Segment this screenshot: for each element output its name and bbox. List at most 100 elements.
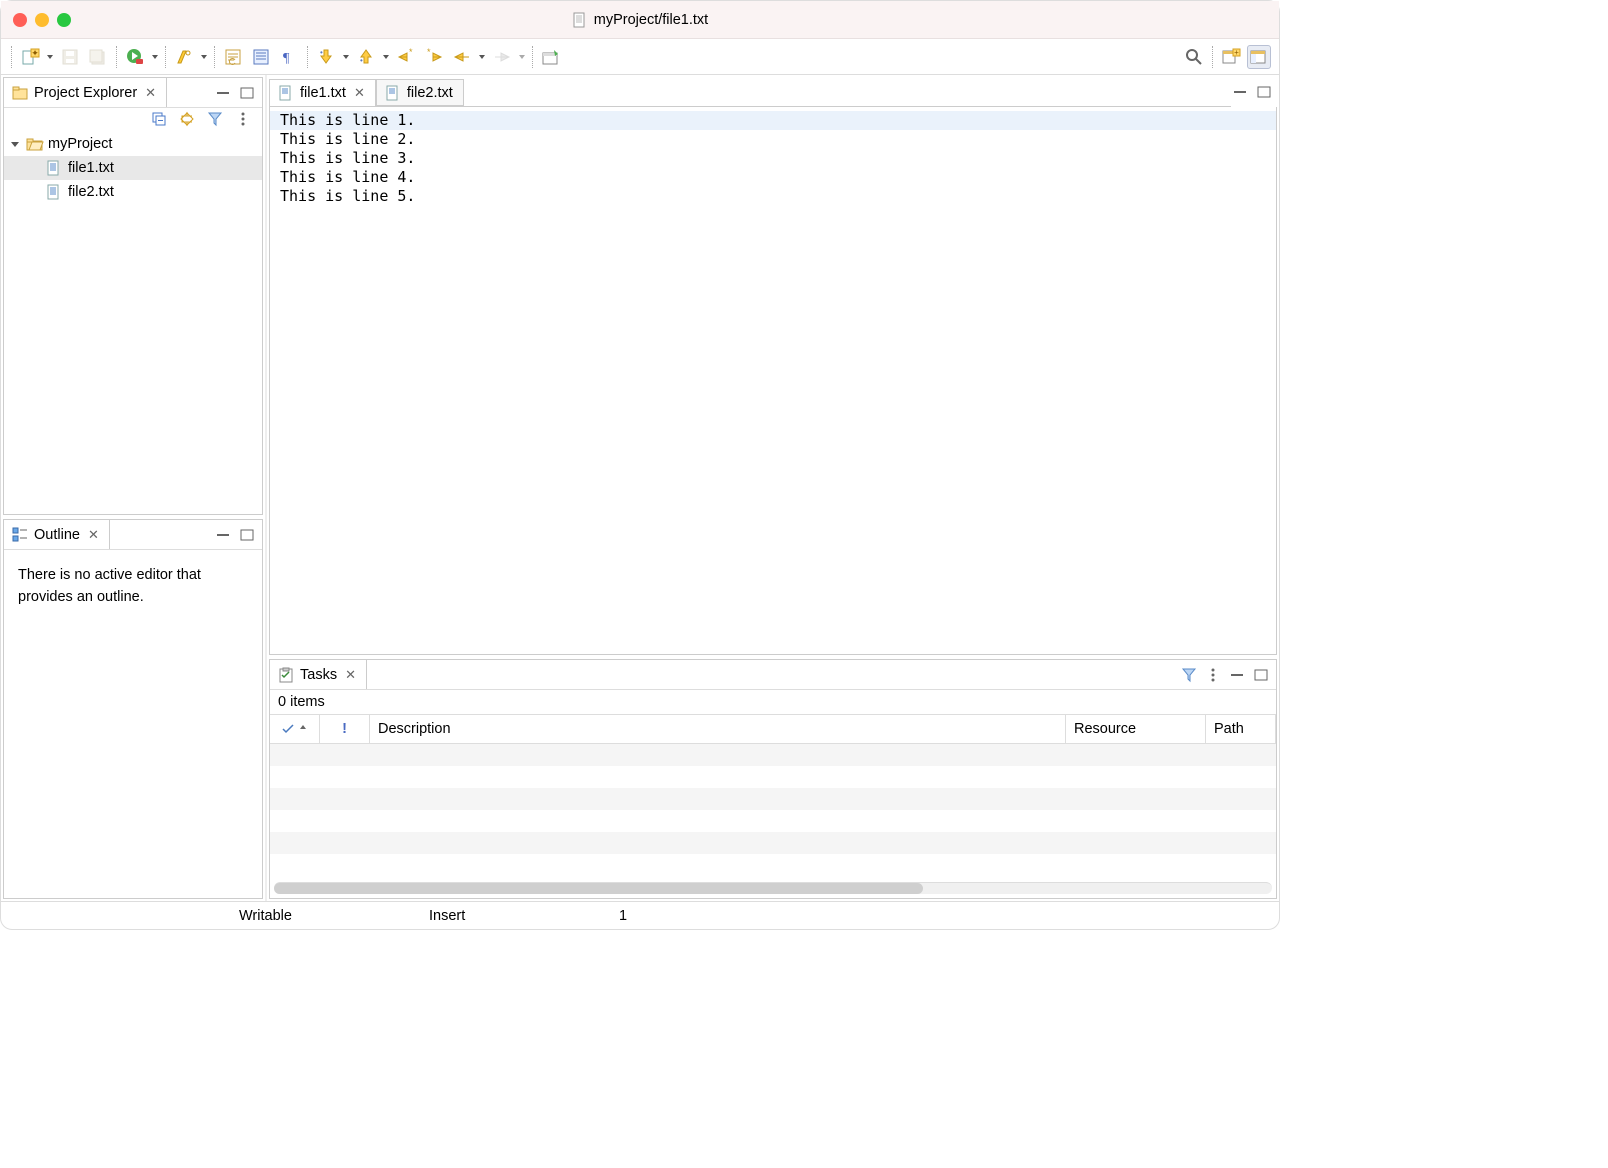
prev-annotation-dropdown[interactable]	[382, 55, 390, 59]
outline-icon	[12, 527, 28, 543]
navigator-icon	[12, 85, 28, 101]
tree-file-row[interactable]: file2.txt	[4, 180, 262, 204]
editor-tab-file2[interactable]: file2.txt	[376, 79, 464, 106]
status-bar: Writable Insert 1	[1, 901, 1279, 929]
close-icon[interactable]: ✕	[145, 85, 156, 101]
maximize-editor-button[interactable]	[1255, 85, 1273, 99]
editor-tab-label: file1.txt	[300, 85, 346, 101]
tree-project-label: myProject	[48, 136, 112, 152]
tasks-tab[interactable]: Tasks ✕	[270, 660, 367, 689]
project-explorer-tab[interactable]: Project Explorer ✕	[4, 78, 167, 107]
new-dropdown[interactable]	[46, 55, 54, 59]
expand-icon[interactable]	[8, 139, 22, 149]
filter-button[interactable]	[206, 112, 224, 126]
maximize-view-button[interactable]	[1252, 668, 1270, 682]
open-perspective-button[interactable]: +	[1219, 45, 1243, 69]
next-annotation-dropdown[interactable]	[342, 55, 350, 59]
maximize-view-button[interactable]	[238, 528, 256, 542]
file-icon	[572, 12, 588, 28]
toggle-block-selection-button[interactable]	[249, 45, 273, 69]
view-menu-button[interactable]	[1204, 668, 1222, 682]
minimize-view-button[interactable]	[214, 86, 232, 100]
tree-file-row[interactable]: file1.txt	[4, 156, 262, 180]
resource-perspective-button[interactable]	[1247, 45, 1271, 69]
editor-line: This is line 5.	[270, 187, 1276, 206]
outline-tab[interactable]: Outline ✕	[4, 520, 110, 549]
close-icon[interactable]: ✕	[354, 85, 365, 101]
table-row	[270, 788, 1276, 810]
pin-editor-button[interactable]	[539, 45, 563, 69]
minimize-editor-button[interactable]	[1231, 85, 1249, 99]
project-explorer-panel: Project Explorer ✕ myProject	[3, 77, 263, 515]
left-column: Project Explorer ✕ myProject	[1, 75, 267, 901]
tree-project-row[interactable]: myProject	[4, 132, 262, 156]
toggle-word-wrap-button[interactable]	[221, 45, 245, 69]
back-dropdown[interactable]	[478, 55, 486, 59]
search-tool-button[interactable]	[172, 45, 196, 69]
search-tool-dropdown[interactable]	[200, 55, 208, 59]
horizontal-scrollbar[interactable]	[274, 882, 1272, 894]
editor-tabs: file1.txt ✕ file2.txt	[269, 77, 1231, 107]
main-area: Project Explorer ✕ myProject	[1, 75, 1279, 901]
minimize-view-button[interactable]	[1228, 668, 1246, 682]
editor-tab-file1[interactable]: file1.txt ✕	[269, 79, 376, 106]
editor-line: This is line 2.	[270, 130, 1276, 149]
tasks-col-description[interactable]: Description	[370, 715, 1066, 743]
run-dropdown[interactable]	[151, 55, 159, 59]
table-row	[270, 810, 1276, 832]
save-all-button[interactable]	[86, 45, 110, 69]
tasks-panel: Tasks ✕ 0 items ! Description Resource P…	[269, 659, 1277, 899]
close-icon[interactable]: ✕	[345, 667, 356, 683]
search-button[interactable]	[1182, 45, 1206, 69]
filter-button[interactable]	[1180, 668, 1198, 682]
tasks-table[interactable]	[270, 744, 1276, 882]
tasks-col-priority[interactable]: !	[320, 715, 370, 743]
next-annotation-button[interactable]: •	[314, 45, 338, 69]
tasks-title: Tasks	[300, 667, 337, 683]
tree-file-label: file2.txt	[68, 184, 114, 200]
right-column: file1.txt ✕ file2.txt This is line 1. Th…	[267, 75, 1279, 901]
window-controls	[13, 13, 71, 27]
close-window-button[interactable]	[13, 13, 27, 27]
save-button[interactable]	[58, 45, 82, 69]
svg-text:*: *	[409, 48, 413, 57]
maximize-window-button[interactable]	[57, 13, 71, 27]
editor-panel: file1.txt ✕ file2.txt This is line 1. Th…	[269, 77, 1279, 655]
toolbar-separator	[165, 46, 166, 68]
project-tree: myProject file1.txt file2.txt	[4, 130, 262, 206]
editor-text-area[interactable]: This is line 1. This is line 2. This is …	[269, 107, 1277, 655]
table-row	[270, 744, 1276, 766]
project-explorer-title: Project Explorer	[34, 85, 137, 101]
last-edit-location-button[interactable]: *	[394, 45, 418, 69]
minimize-view-button[interactable]	[214, 528, 232, 542]
svg-text:*: *	[427, 48, 431, 57]
back-button[interactable]	[450, 45, 474, 69]
tasks-col-completed[interactable]	[270, 715, 320, 743]
tasks-col-resource[interactable]: Resource	[1066, 715, 1206, 743]
outline-panel: Outline ✕ There is no active editor that…	[3, 519, 263, 899]
new-button[interactable]: ✦	[18, 45, 42, 69]
editor-tab-label: file2.txt	[407, 85, 453, 101]
editor-line: This is line 4.	[270, 168, 1276, 187]
table-row	[270, 832, 1276, 854]
run-button[interactable]	[123, 45, 147, 69]
window-title: myProject/file1.txt	[594, 12, 708, 28]
forward-button[interactable]	[490, 45, 514, 69]
show-whitespace-button[interactable]: ¶	[277, 45, 301, 69]
svg-text:•: •	[360, 56, 363, 65]
maximize-view-button[interactable]	[238, 86, 256, 100]
tree-file-label: file1.txt	[68, 160, 114, 176]
back-to-button[interactable]: *	[422, 45, 446, 69]
minimize-window-button[interactable]	[35, 13, 49, 27]
toolbar-separator	[307, 46, 308, 68]
forward-dropdown[interactable]	[518, 55, 526, 59]
outline-message: There is no active editor that provides …	[4, 550, 262, 623]
view-menu-button[interactable]	[234, 112, 252, 126]
prev-annotation-button[interactable]: •	[354, 45, 378, 69]
toolbar-separator	[1212, 46, 1213, 68]
collapse-all-button[interactable]	[150, 112, 168, 126]
main-toolbar: ✦ ¶ • • * * +	[1, 39, 1279, 75]
tasks-col-path[interactable]: Path	[1206, 715, 1276, 743]
close-icon[interactable]: ✕	[88, 527, 99, 543]
link-editor-button[interactable]	[178, 112, 196, 126]
